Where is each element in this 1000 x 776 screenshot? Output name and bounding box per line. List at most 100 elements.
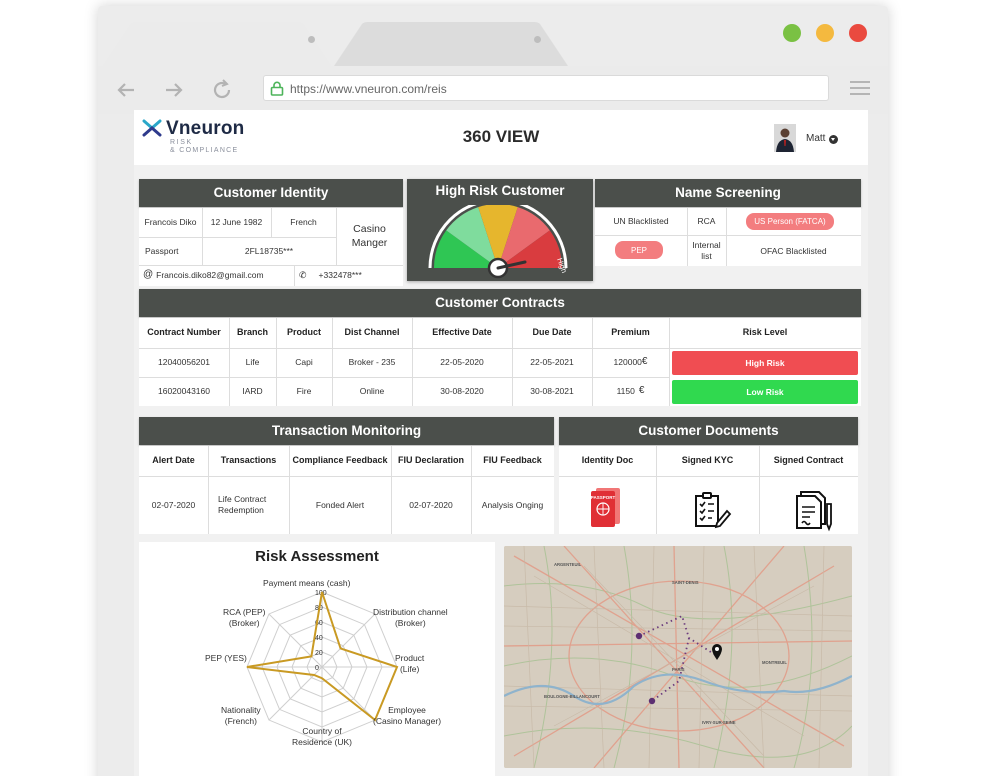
- col-compliance-feedback: Compliance Feedback: [292, 455, 388, 466]
- signed-contract-icon[interactable]: [793, 490, 835, 532]
- ofac-blacklisted: OFAC Blacklisted: [760, 245, 827, 256]
- col-branch: Branch: [236, 327, 268, 338]
- phone-row: ✆ +332478***: [299, 265, 403, 286]
- pep-badge: PEP: [615, 241, 663, 259]
- back-arrow-icon[interactable]: [114, 78, 138, 102]
- signed-kyc-icon[interactable]: [692, 490, 732, 530]
- risk-assessment-card: Risk Assessment 100 80 60 40 20 0 Payment mea…: [139, 542, 495, 776]
- page-title: 360 VIEW: [462, 127, 540, 146]
- due-date: 22-05-2021: [530, 357, 574, 368]
- email-row: @ Francois.diko82@gmail.com: [143, 265, 294, 286]
- id-type: Passport: [145, 245, 179, 256]
- map-place-label: MONTREUIL: [762, 660, 787, 665]
- effective-date: 22-05-2020: [440, 357, 484, 368]
- browser-tab-active[interactable]: [102, 22, 332, 66]
- map-place-label: IVRY-SUR-SEINE: [702, 720, 736, 725]
- address-bar[interactable]: https://www.vneuron.com/reis: [263, 75, 829, 101]
- name-screening-card: UN Blacklisted RCA US Person (FATCA) PEP…: [595, 208, 861, 266]
- customer-contracts-header: Customer Contracts: [139, 289, 861, 317]
- product: Capi: [295, 357, 313, 368]
- transaction-monitoring-header: Transaction Monitoring: [139, 417, 554, 445]
- phone-icon: ✆: [299, 269, 307, 280]
- map-place-label: BOULOGNE-BILLANCOURT: [544, 694, 600, 699]
- axis-label-nationality: Nationality (French): [221, 705, 261, 727]
- col-signed-kyc: Signed KYC: [681, 455, 734, 466]
- col-effective-date: Effective Date: [432, 327, 492, 338]
- axis-label-product: Product (Life): [395, 653, 425, 675]
- customer-identity-card: Francois Diko 12 June 1982 French Casino…: [139, 208, 403, 286]
- location-map[interactable]: ARGENTEUIL SAINT-DENIS PARIS MONTREUIL B…: [504, 546, 852, 768]
- minimize-window-button[interactable]: [816, 24, 834, 42]
- premium-amount: 120000: [613, 357, 642, 368]
- customer-identity-header: Customer Identity: [139, 179, 403, 207]
- hamburger-menu-icon[interactable]: [850, 81, 870, 97]
- col-risk-level: Risk Level: [742, 327, 788, 338]
- tab-close-icon[interactable]: [534, 36, 541, 43]
- col-premium: Premium: [611, 327, 650, 338]
- col-product: Product: [286, 327, 321, 338]
- high-risk-gauge-card: High Risk Customer High: [407, 179, 593, 281]
- col-contract-number: Contract Number: [147, 327, 221, 338]
- dist-channel: Online: [359, 386, 385, 397]
- internal-list: Internal list: [692, 240, 721, 261]
- email: Francois.diko82@gmail.com: [156, 270, 264, 281]
- transaction-type: Life Contract Redemption: [218, 494, 267, 515]
- route-point[interactable]: [635, 632, 643, 640]
- app-header: Vneuron RISK & COMPLIANCE 360 VIEW Matt: [134, 110, 868, 165]
- transactions-table: Alert Date Transactions Compliance Feedb…: [139, 446, 554, 534]
- documents-table: Identity Doc Signed KYC Signed Contract …: [559, 446, 858, 534]
- map-place-label: SAINT-DENIS: [672, 580, 699, 585]
- name-screening-header: Name Screening: [595, 179, 861, 207]
- map-place-label: ARGENTEUIL: [554, 562, 582, 567]
- lock-icon: [270, 81, 284, 96]
- product: Fire: [296, 386, 312, 397]
- url-text: https://www.vneuron.com/reis: [290, 82, 447, 96]
- close-window-button[interactable]: [849, 24, 867, 42]
- low-risk-button[interactable]: Low Risk: [672, 380, 858, 404]
- id-number: 2FL18735***: [244, 245, 294, 256]
- rca-label: RCA: [697, 216, 716, 227]
- col-identity-doc: Identity Doc: [581, 455, 634, 466]
- col-fiu-declaration: FIU Declaration: [397, 455, 464, 466]
- passport-label: PASSPORT: [591, 495, 616, 500]
- branch: IARD: [242, 386, 263, 397]
- maximize-window-button[interactable]: [783, 24, 801, 42]
- browser-tab[interactable]: [334, 22, 568, 66]
- axis-label-country: Country of Residence (UK): [292, 726, 352, 748]
- forward-arrow-icon[interactable]: [162, 78, 186, 102]
- risk-gauge: High: [428, 205, 569, 279]
- map-place-label: PARIS: [672, 667, 685, 672]
- paris-map: ARGENTEUIL SAINT-DENIS PARIS MONTREUIL B…: [504, 546, 852, 768]
- nationality: French: [290, 217, 317, 228]
- route-point[interactable]: [648, 697, 656, 705]
- compliance-feedback: Fonded Alert: [315, 499, 365, 510]
- axis-label-payment: Payment means (cash): [263, 578, 351, 588]
- customer-name: Francois Diko: [144, 217, 197, 228]
- euro-icon: €: [638, 385, 645, 397]
- col-signed-contract: Signed Contract: [773, 455, 844, 466]
- radar-tick-label: 20: [315, 650, 323, 657]
- avatar[interactable]: [774, 124, 796, 152]
- chevron-down-icon[interactable]: [829, 135, 838, 144]
- radar-tick-label: 40: [315, 635, 323, 642]
- fiu-feedback: Analysis Onging: [481, 499, 544, 510]
- col-due-date: Due Date: [532, 327, 572, 338]
- contract-number: 12040056201: [157, 357, 210, 368]
- passport-icon[interactable]: PASSPORT: [589, 486, 623, 528]
- high-risk-button[interactable]: High Risk: [672, 351, 858, 375]
- contracts-table: Contract Number Branch Product Dist Chan…: [139, 318, 861, 406]
- effective-date: 30-08-2020: [440, 386, 484, 397]
- user-name[interactable]: Matt: [806, 133, 825, 144]
- phone: +332478***: [318, 270, 362, 281]
- contract-number: 16020043160: [157, 386, 210, 397]
- radar-tick-label: 0: [315, 665, 319, 672]
- gauge-title: High Risk Customer: [435, 183, 565, 198]
- axis-label-pep: PEP (YES): [205, 653, 247, 663]
- col-transactions: Transactions: [220, 455, 277, 466]
- tab-close-icon[interactable]: [308, 36, 315, 43]
- branch: Life: [245, 357, 260, 368]
- reload-icon[interactable]: [210, 78, 234, 102]
- premium: 1150 €: [592, 377, 669, 406]
- customer-documents-header: Customer Documents: [559, 417, 858, 445]
- fiu-declaration: 02-07-2020: [409, 499, 453, 510]
